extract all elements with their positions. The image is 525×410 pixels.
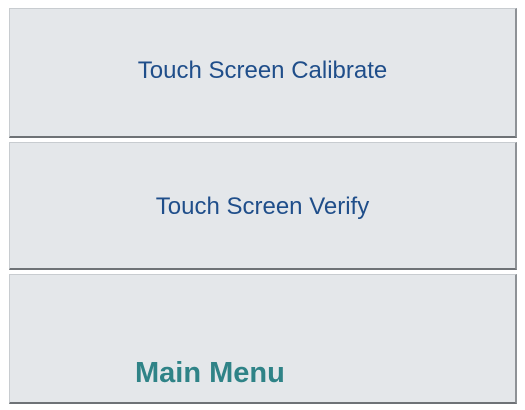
touch-screen-verify-label: Touch Screen Verify <box>155 193 370 220</box>
touch-screen-calibrate-label: Touch Screen Calibrate <box>137 57 388 84</box>
main-menu-button[interactable]: Main Menu <box>9 274 517 404</box>
main-menu-label: Main Menu <box>135 357 285 389</box>
touch-screen-verify-button[interactable]: Touch Screen Verify <box>9 142 517 270</box>
touch-screen-menu: Touch Screen Calibrate Touch Screen Veri… <box>0 0 525 410</box>
touch-screen-calibrate-button[interactable]: Touch Screen Calibrate <box>9 8 517 138</box>
